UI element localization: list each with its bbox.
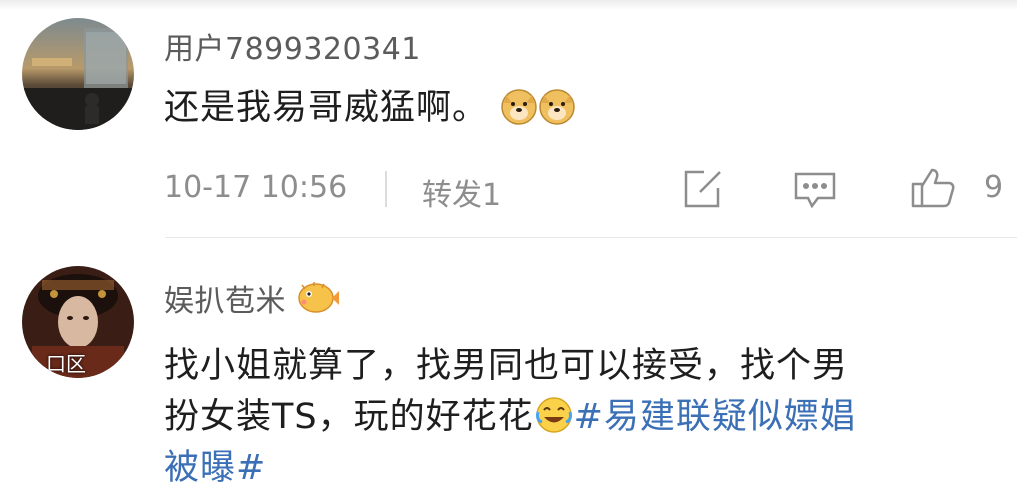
comment-text-line-3: 被曝#: [164, 442, 266, 494]
comment-username[interactable]: 用户7899320341: [164, 24, 421, 68]
like-icon[interactable]: [910, 166, 956, 214]
top-edge: [0, 0, 1017, 10]
doge-emoji: [500, 87, 538, 140]
avatar-watermark: 口区: [46, 352, 86, 376]
avatar[interactable]: [22, 18, 134, 130]
avatar[interactable]: 口区: [22, 266, 134, 378]
doge-emoji: [538, 87, 576, 140]
comment-timestamp: 10-17 10:56: [164, 170, 348, 205]
comment-username[interactable]: 娱扒苞米: [164, 276, 340, 323]
comment-body: 还是我易哥威猛啊。: [164, 88, 489, 128]
blowfish-emoji: [296, 279, 340, 323]
comment-body: 找小姐就算了，找男同也可以接受，找个男: [164, 346, 849, 386]
like-count: 9: [984, 170, 1004, 205]
hashtag-link[interactable]: #易建联疑似嫖娼: [574, 397, 856, 437]
comment-text-line-2: 扮女装TS，玩的好花花 #易建联疑似嫖娼: [164, 391, 856, 449]
repost-icon[interactable]: [680, 168, 724, 214]
comment-text: 还是我易哥威猛啊。: [164, 82, 576, 140]
meta-separator: [385, 171, 387, 207]
repost-count-link[interactable]: 转发1: [422, 170, 501, 214]
comment-icon[interactable]: [792, 170, 838, 214]
hashtag-link-continued[interactable]: 被曝: [164, 448, 236, 488]
username-text: 娱扒苞米: [164, 284, 286, 319]
laugh-cry-emoji: [534, 396, 574, 449]
hashtag-link-end[interactable]: #: [236, 448, 266, 488]
comment-body: 扮女装TS，玩的好花花: [164, 397, 534, 437]
comment-divider: [165, 237, 1017, 238]
comment-text-line-1: 找小姐就算了，找男同也可以接受，找个男: [164, 340, 848, 392]
